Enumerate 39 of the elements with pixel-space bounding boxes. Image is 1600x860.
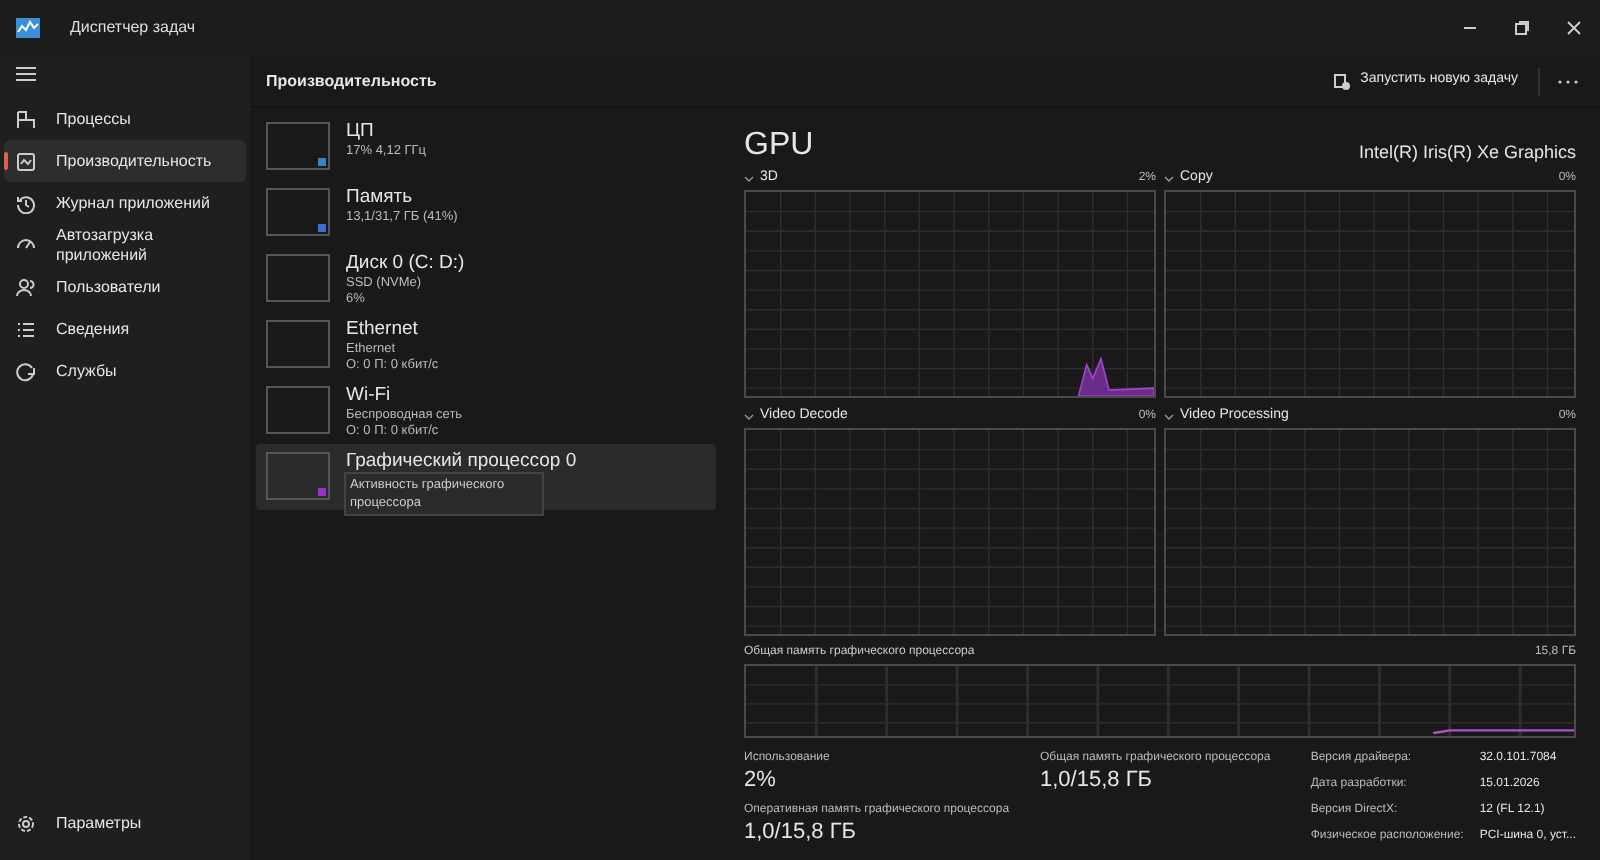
chevron-icon: [1164, 414, 1174, 420]
chart-icon: [16, 151, 36, 171]
settings-button[interactable]: Параметры: [4, 808, 246, 840]
app-logo-icon: [16, 18, 40, 38]
panel-title: GPU: [744, 128, 814, 164]
device-thumbnail: [266, 386, 330, 434]
sidebar-item[interactable]: Сведения: [4, 308, 246, 350]
page-title: Производительность: [266, 69, 437, 93]
menu-icon: [16, 66, 36, 82]
window-title: Диспетчер задач: [70, 16, 196, 40]
sidebar-item[interactable]: Процессы: [4, 98, 246, 140]
stat-value: 2%: [744, 766, 778, 796]
sidebar-item[interactable]: Производительность: [4, 140, 246, 182]
device-name: Память: [346, 186, 415, 210]
device-thumbnail: [266, 320, 330, 368]
close-icon: [1566, 20, 1582, 36]
settings-icon: [16, 814, 36, 834]
history-icon: [16, 193, 36, 213]
selection-indicator: [4, 152, 8, 170]
device-name: Диск 0 (C: D:): [346, 252, 465, 276]
list-icon: [16, 319, 36, 339]
restore-icon: [1514, 20, 1530, 36]
device-thumbnail: [266, 254, 330, 302]
adapter-name: Intel(R) Iris(R) Xe Graphics: [1358, 140, 1576, 164]
device-name: Ethernet: [346, 318, 420, 342]
new-task-icon: [1334, 73, 1351, 89]
chevron-icon: [744, 414, 754, 420]
stat-value: 1,0/15,8 ГБ: [744, 818, 858, 848]
device-name: Графический процессор 0: [346, 450, 577, 474]
sidebar-item[interactable]: Пользователи: [4, 266, 246, 308]
sidebar-item[interactable]: Службы: [4, 350, 246, 392]
chevron-icon: [1164, 176, 1174, 182]
sidebar-item[interactable]: Журнал приложений: [4, 182, 246, 224]
device-name: Wi-Fi: [346, 384, 393, 408]
chevron-icon: [744, 176, 754, 182]
users-icon: [16, 277, 36, 297]
sidebar-item[interactable]: Автозагрузка приложений: [4, 224, 246, 266]
stat-value: 1,0/15,8 ГБ: [1040, 766, 1154, 796]
device-name: ЦП: [346, 120, 376, 144]
